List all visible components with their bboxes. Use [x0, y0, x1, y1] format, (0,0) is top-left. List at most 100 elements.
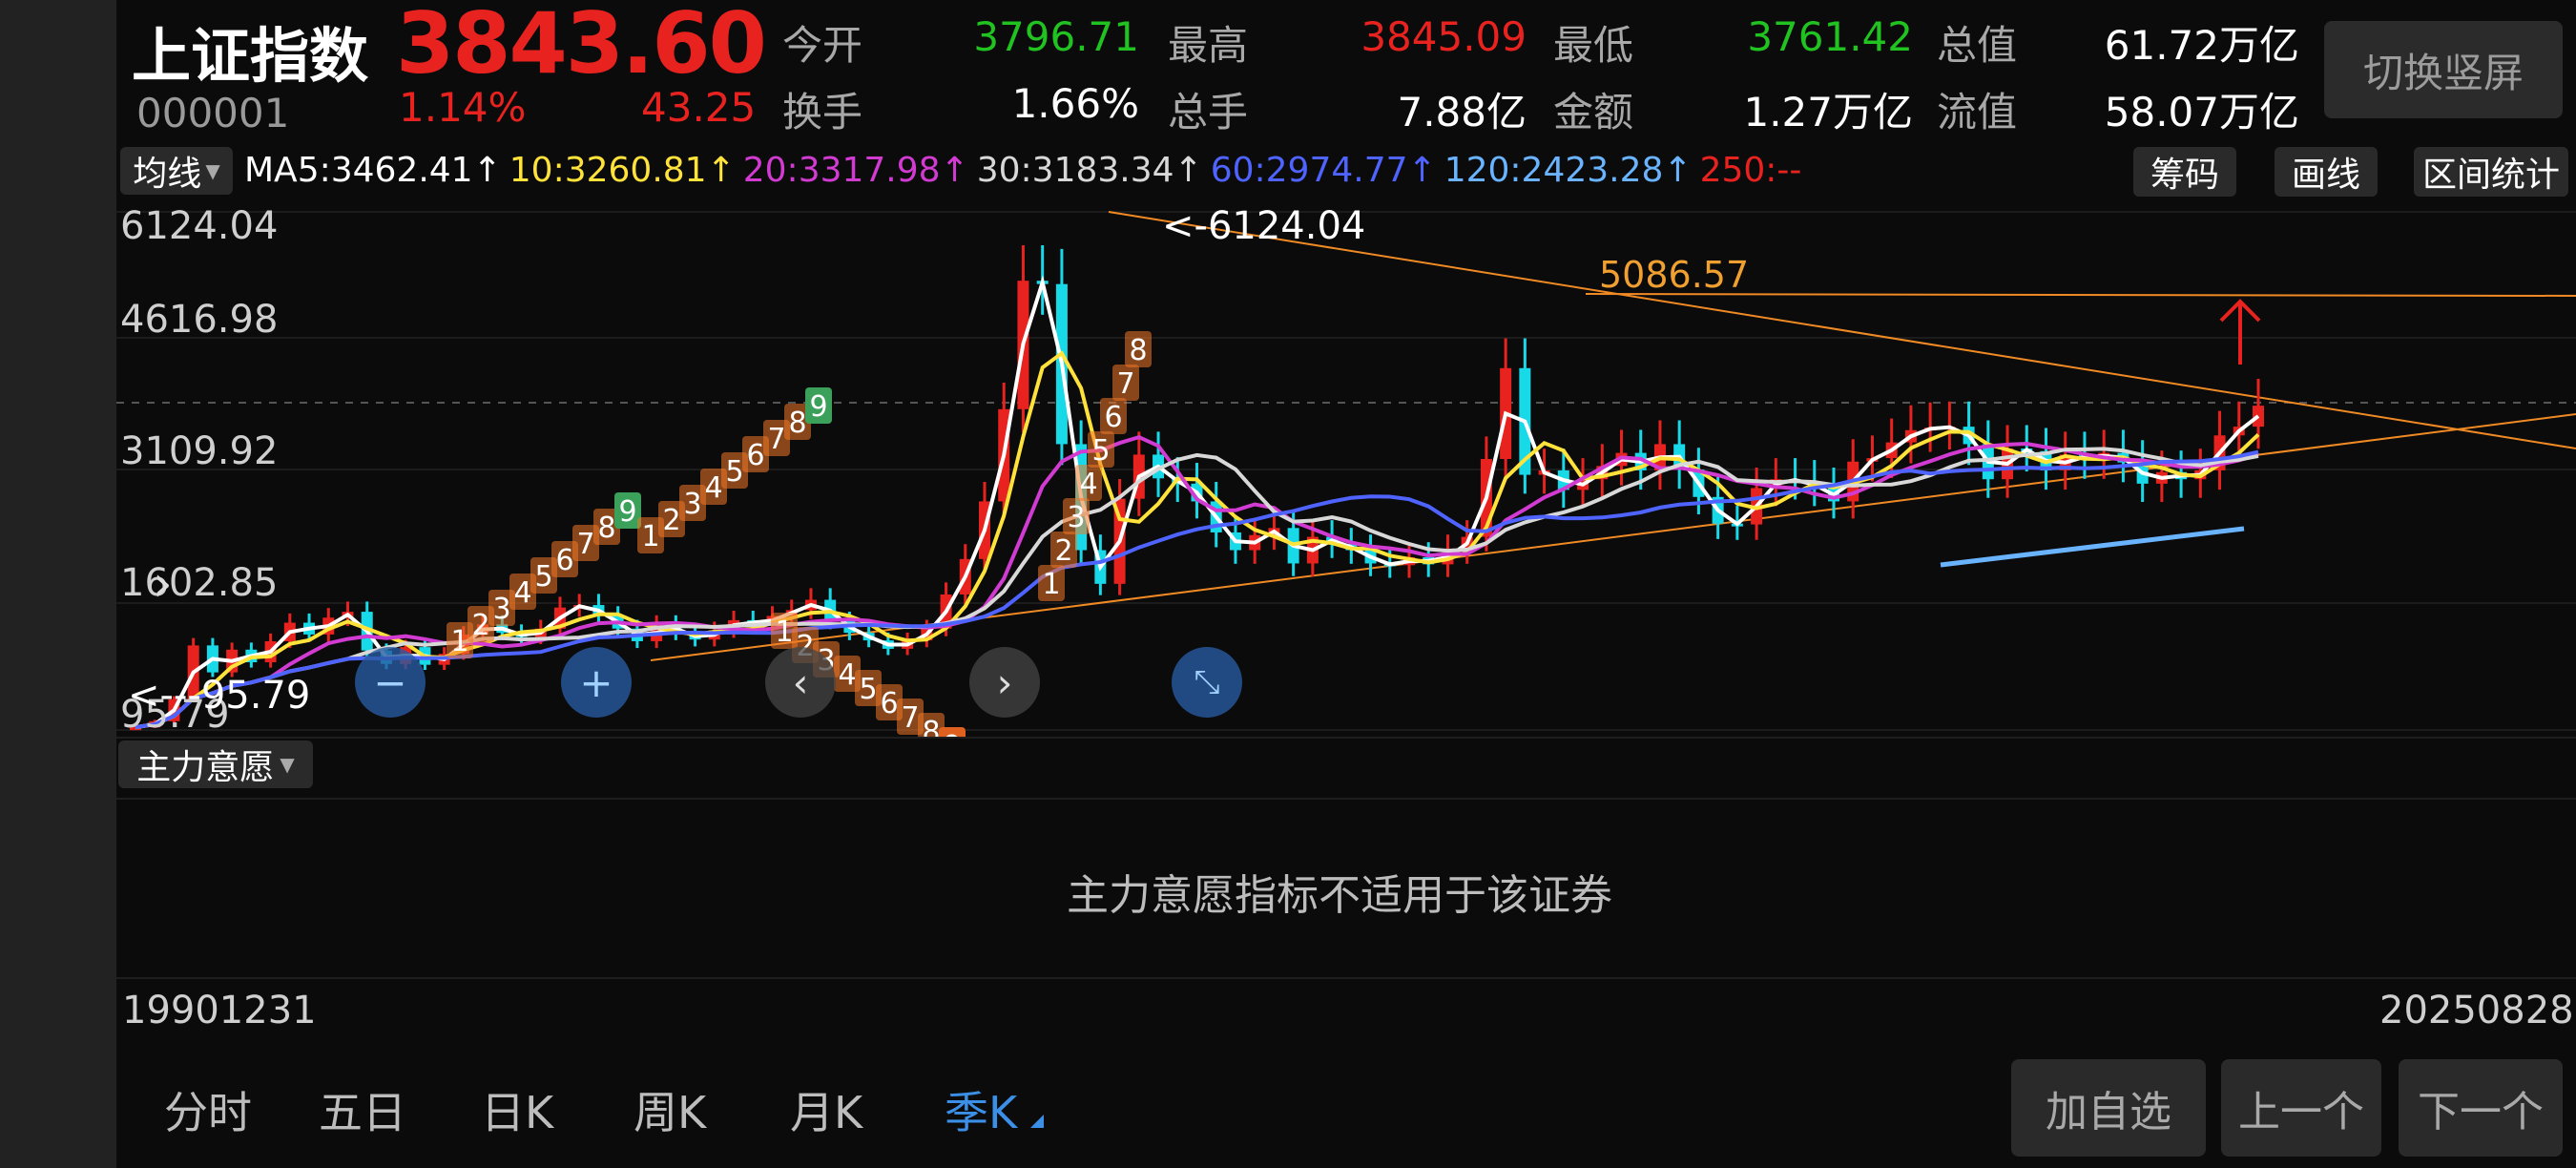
zoom-in-button[interactable]: + [561, 647, 632, 718]
ma120-line [1940, 526, 2245, 568]
plus-icon: + [579, 658, 613, 706]
tab-monthly-k[interactable]: 月K [790, 1078, 862, 1141]
y-label-2: 4616.98 [120, 298, 279, 342]
sequence-count-number: 6 [880, 687, 898, 720]
divider [116, 798, 2576, 800]
ma250-value: 250:-- [1699, 151, 1802, 190]
sequence-count-number: 8 [922, 716, 940, 737]
sequence-count-number: 5 [859, 673, 877, 706]
sequence-count-number: 9 [618, 495, 636, 529]
stock-code: 000001 [136, 90, 290, 136]
indicator-selector[interactable]: 主力意愿 ▼ [118, 740, 313, 788]
low-marker-label: <---95.79 [128, 674, 311, 718]
stat-label-turnover: 换手 [782, 89, 863, 136]
previous-button[interactable]: 上一个 [2221, 1059, 2381, 1157]
zoom-out-button[interactable]: − [355, 647, 426, 718]
sequence-count-number: 8 [788, 407, 806, 440]
stat-value-volume: 7.88亿 [1397, 89, 1527, 136]
sequence-count-number: 4 [704, 471, 722, 505]
sequence-count-number: 1 [641, 520, 659, 553]
tab-intraday[interactable]: 分时 [164, 1078, 252, 1141]
stat-value-low: 3761.42 [1747, 13, 1913, 60]
sequence-count-number: 4 [513, 576, 531, 610]
draw-line-button[interactable]: 画线 [2275, 147, 2378, 197]
ma20-value: 20:3317.98↑ [742, 151, 969, 190]
sequence-count-number: 3 [1067, 501, 1085, 534]
next-button[interactable]: 下一个 [2399, 1059, 2563, 1157]
stat-value-amount: 1.27万亿 [1743, 89, 1913, 136]
minus-icon: − [373, 658, 407, 706]
tab-quarterly-k[interactable]: 季K [945, 1078, 1017, 1141]
left-edge-strip [0, 0, 116, 1168]
range-stats-button[interactable]: 区间统计 [2414, 147, 2568, 197]
expand-panel-chevron-icon[interactable]: › [153, 555, 173, 613]
ma10-value: 10:3260.81↑ [509, 151, 736, 190]
ma5-value: MA5:3462.41↑ [244, 151, 502, 190]
scroll-left-button[interactable]: ‹ [765, 647, 836, 718]
stat-label-low: 最低 [1553, 22, 1634, 69]
indicator-selector-label: 主力意愿 [136, 748, 275, 787]
tab-weekly-k[interactable]: 周K [634, 1078, 706, 1141]
sequence-count-number: 6 [1104, 401, 1122, 434]
stat-label-total-value: 总值 [1937, 22, 2018, 69]
stat-label-float-value: 流值 [1937, 89, 2018, 136]
y-label-3: 3109.92 [120, 429, 279, 473]
sequence-count-number: 9 [809, 390, 827, 424]
sequence-count-number: 7 [901, 701, 919, 735]
sequence-count-number: 9 [943, 730, 961, 737]
dropdown-arrow-icon: ▼ [280, 753, 295, 776]
sequence-count-number: 4 [838, 658, 856, 692]
sequence-count-number: 2 [471, 609, 489, 642]
y-label-max: 6124.04 [120, 204, 279, 248]
sequence-count-number: 2 [1054, 534, 1072, 568]
ma30-value: 30:3183.34↑ [976, 151, 1203, 190]
tab-dropdown-corner-icon [1030, 1115, 1044, 1128]
y-label-4: 1602.85 [120, 561, 279, 605]
sequence-count-number: 5 [1091, 434, 1110, 468]
start-date: 19901231 [122, 989, 317, 1032]
stat-label-volume: 总手 [1168, 89, 1249, 136]
stat-label-high: 最高 [1168, 22, 1249, 69]
switch-portrait-button[interactable]: 切换竖屏 [2324, 21, 2563, 118]
ma120-value: 120:2423.28↑ [1444, 151, 1693, 190]
chip-button[interactable]: 筹码 [2133, 147, 2236, 197]
sequence-count-number: 7 [1116, 367, 1134, 401]
scroll-right-button[interactable]: › [969, 647, 1040, 718]
sequence-count-number: 5 [725, 455, 743, 489]
add-watchlist-button[interactable]: 加自选 [2011, 1059, 2206, 1157]
sequence-count-number: 8 [1129, 334, 1147, 367]
ma60-value: 60:2974.77↑ [1210, 151, 1437, 190]
ma-selector[interactable]: 均线 ▼ [120, 147, 233, 195]
sequence-count-number: 4 [1079, 468, 1097, 501]
sequence-count-number: 3 [492, 593, 510, 626]
second-peak-label: 5086.57 [1599, 254, 1750, 296]
sequence-count-number: 1 [775, 615, 793, 649]
sequence-count-number: 6 [555, 544, 573, 577]
tab-daily-k[interactable]: 日K [481, 1078, 553, 1141]
stat-value-float-value: 58.07万亿 [2104, 89, 2299, 136]
reset-zoom-button[interactable]: ⤡ [1172, 647, 1242, 718]
chevron-right-icon: › [996, 658, 1013, 706]
sequence-count-number: 1 [450, 625, 468, 658]
indicator-message: 主力意愿指标不适用于该证券 [1067, 871, 1612, 920]
sequence-count-number: 3 [683, 488, 701, 521]
tab-five-day[interactable]: 五日 [319, 1078, 406, 1141]
dropdown-arrow-icon: ▼ [205, 159, 220, 182]
stat-value-total-value: 61.72万亿 [2104, 22, 2299, 69]
sequence-count-number: 5 [534, 560, 552, 594]
sequence-count-number: 1 [1042, 568, 1060, 601]
stat-label-amount: 金额 [1553, 89, 1634, 136]
sequence-count-number: 6 [746, 439, 764, 472]
chevron-left-icon: ‹ [792, 658, 809, 706]
high-marker-label: <-6124.04 [1162, 204, 1366, 248]
ma-selector-label: 均线 [133, 155, 202, 194]
sequence-count-number: 7 [576, 528, 594, 561]
stat-value-turnover: 1.66% [1011, 80, 1139, 127]
sequence-count-number: 7 [767, 423, 785, 456]
stat-value-open: 3796.71 [973, 13, 1139, 60]
stat-label-open: 今开 [782, 22, 863, 69]
stat-value-high: 3845.09 [1361, 13, 1527, 60]
change-amount: 43.25 [641, 84, 757, 131]
kline-chart[interactable]: 12345678912345678912345678912345678 [116, 202, 2576, 737]
end-date: 20250828 [2379, 989, 2574, 1032]
